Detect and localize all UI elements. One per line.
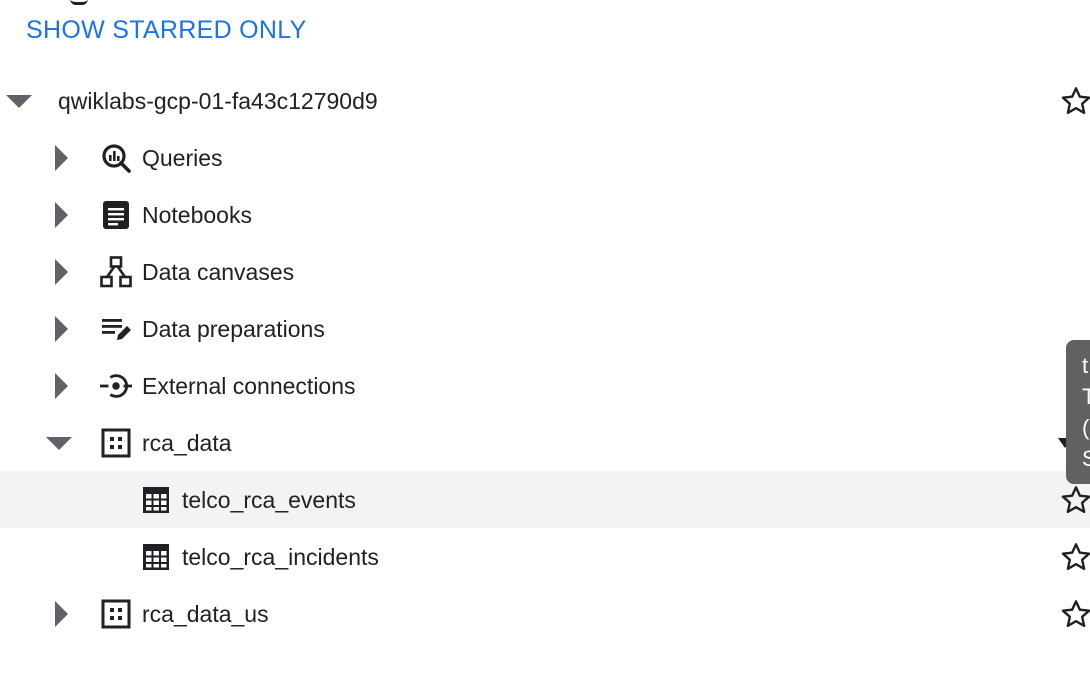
tree-item-label: External connections [142, 373, 356, 399]
tree-item-label: telco_rca_incidents [182, 544, 379, 570]
caret-right-icon[interactable] [46, 599, 76, 629]
show-starred-only-button[interactable]: SHOW STARRED ONLY [26, 16, 307, 45]
tree-row-project[interactable]: qwiklabs-gcp-01-fa43c12790d9 [0, 72, 1090, 129]
cropped-glyph [70, 0, 88, 5]
caret-right-icon[interactable] [46, 314, 76, 344]
tree-item-notebooks[interactable]: Notebooks [0, 186, 1090, 243]
tree-item-label: Notebooks [142, 202, 252, 228]
connection-icon [100, 370, 132, 402]
queries-icon [100, 142, 132, 174]
tree-item-data-preparations[interactable]: Data preparations [0, 300, 1090, 357]
tree-item-telco-rca-incidents[interactable]: telco_rca_incidents [0, 528, 1090, 585]
dataset-icon [100, 598, 132, 630]
tree-item-label: Data canvases [142, 259, 295, 285]
table-icon [140, 484, 172, 516]
caret-right-icon[interactable] [46, 257, 76, 287]
tree-item-data-canvases[interactable]: Data canvases [0, 243, 1090, 300]
caret-right-icon[interactable] [46, 200, 76, 230]
tooltip-line: t [1082, 353, 1089, 378]
data-preparation-icon [100, 313, 132, 345]
caret-right-icon[interactable] [46, 371, 76, 401]
table-icon [140, 541, 172, 573]
caret-down-icon[interactable] [44, 428, 74, 458]
tree-item-rca-data-us[interactable]: rca_data_us [0, 585, 1090, 642]
tree-item-label: Queries [142, 145, 223, 171]
tree-item-label: telco_rca_events [182, 487, 356, 513]
tree-item-label: rca_data [142, 430, 232, 456]
tooltip-line: S [1082, 446, 1090, 471]
tree-item-queries[interactable]: Queries [0, 129, 1090, 186]
tree-item-label: rca_data_us [142, 601, 269, 627]
caret-down-icon[interactable] [4, 86, 34, 116]
data-canvas-icon [100, 256, 132, 288]
notebook-icon [100, 199, 132, 231]
star-icon[interactable] [1060, 85, 1090, 117]
project-label: qwiklabs-gcp-01-fa43c12790d9 [58, 88, 378, 114]
tooltip-line: ( [1082, 415, 1090, 440]
star-icon[interactable] [1060, 484, 1090, 516]
tree-item-label: Data preparations [142, 316, 325, 342]
tree-item-telco-rca-events[interactable]: telco_rca_events [0, 471, 1090, 528]
tooltip-line: T [1082, 384, 1090, 409]
tooltip: t T ( S [1066, 340, 1090, 484]
caret-right-icon[interactable] [46, 143, 76, 173]
tree-item-external-connections[interactable]: External connections [0, 357, 1090, 414]
star-icon[interactable] [1060, 598, 1090, 630]
star-icon[interactable] [1060, 541, 1090, 573]
dataset-icon [100, 427, 132, 459]
tree-item-rca-data[interactable]: rca_data [0, 414, 1090, 471]
